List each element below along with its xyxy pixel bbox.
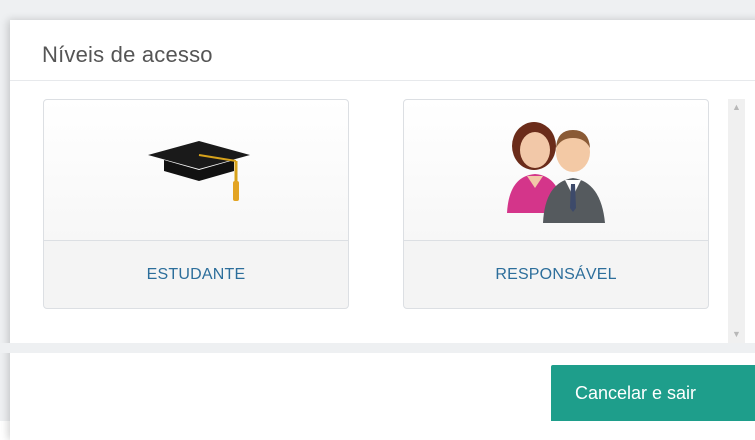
modal-body: ESTUDANTE RESPONSÁVEL [10, 81, 755, 343]
role-card-student[interactable]: ESTUDANTE [43, 99, 349, 309]
modal-footer: Cancelar e sair [10, 353, 755, 421]
role-card-label: ESTUDANTE [44, 241, 348, 308]
parents-icon [507, 122, 605, 223]
scroll-down-icon[interactable]: ▼ [728, 326, 745, 343]
modal-header: Níveis de acesso [10, 20, 755, 81]
role-card-icon-area [44, 100, 348, 241]
role-card-label: RESPONSÁVEL [404, 241, 708, 308]
modal-title: Níveis de acesso [42, 42, 213, 67]
scrollbar[interactable]: ▲ ▼ [728, 99, 745, 343]
scroll-up-icon[interactable]: ▲ [728, 99, 745, 116]
graduation-cap-icon [148, 141, 250, 201]
role-card-guardian[interactable]: RESPONSÁVEL [403, 99, 709, 309]
cancel-and-exit-button[interactable]: Cancelar e sair [551, 365, 755, 421]
role-card-icon-area [404, 100, 708, 241]
section-divider [0, 343, 755, 353]
